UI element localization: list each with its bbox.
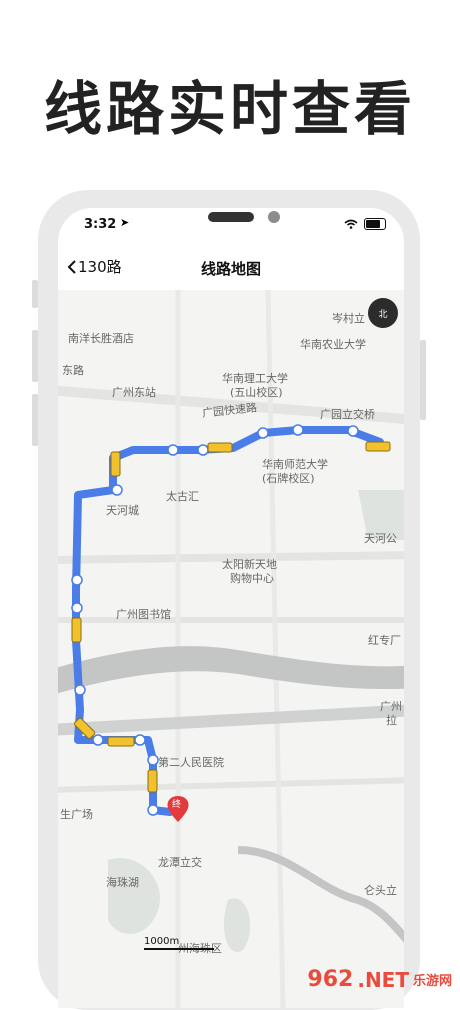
status-time: 3:32 [84,217,117,232]
compass-button[interactable]: 北 [368,298,398,328]
bus-stop-marker [134,734,146,746]
bus-icon [365,441,391,452]
compass-icon: 北 [378,309,388,320]
map-label: 第二人民医院 [158,756,224,769]
watermark: 962 .NET 乐游网 [307,967,452,992]
wifi-icon [344,219,358,229]
map-label: 红专厂 [368,634,401,647]
phone-power-button [420,340,426,420]
bus-stop-marker [147,804,159,816]
bus-stop-marker [292,424,304,436]
location-arrow-icon: ➤ [120,216,130,229]
phone-volume-up-button [32,330,38,382]
map-label: 广州东站 [112,386,156,399]
bus-stop-marker [347,425,359,437]
battery-icon [364,218,386,230]
map-label: 仑头立 [364,884,397,897]
map-label: 广州图书馆 [116,608,171,621]
map-label: 东路 [62,364,84,377]
map-label: 天河城 [106,504,139,517]
bus-stop-marker [74,684,86,696]
map-label: 华南农业大学 [300,338,366,351]
scale-line [144,948,214,950]
map-label: 拉 [386,714,397,727]
status-bar: 3:32 ➤ [58,208,404,244]
map-label: 南洋长胜酒店 [68,332,134,345]
route-map[interactable]: 终 岑村立 南洋长胜酒店 华南农业大学 华南理工大学 (五山校区) 东路 广州东… [58,290,404,1008]
headline: 线路实时查看 [43,75,416,143]
map-label: 海珠湖 [106,876,139,889]
end-marker-label: 终 [172,800,182,810]
watermark-cn: 乐游网 [412,974,452,989]
front-camera [268,211,280,223]
bus-stop-marker [71,574,83,586]
map-label: 广园立交桥 [320,408,375,421]
bus-stop-marker [257,427,269,439]
phone-volume-down-button [32,394,38,446]
watermark-net: .NET [357,967,409,992]
scale-bar: 1000m [144,936,214,950]
scale-label: 1000m [144,936,180,947]
bus-icon [110,451,121,477]
map-label: 太古汇 [166,490,199,503]
map-label: 生广场 [60,808,93,821]
map-label: 天河公 [364,532,397,545]
map-label: 岑村立 [332,312,365,325]
navigation-bar: 130路 线路地图 [58,246,404,290]
bus-stop-marker [92,734,104,746]
speaker-notch [208,212,254,222]
bus-icon [147,769,158,793]
map-label: 龙潭立交 [158,856,202,869]
bus-stop-marker [167,444,179,456]
phone-mute-button [32,280,38,308]
watermark-logo: 962 [307,967,354,992]
bus-stop-marker [71,602,83,614]
bus-stop-marker [197,444,209,456]
bus-stop-marker [111,484,123,496]
page-title: 线路地图 [200,260,261,278]
map-label: 购物中心 [230,572,274,585]
bus-stop-marker [147,754,159,766]
bus-icon [207,442,233,453]
phone-screen: 3:32 ➤ 130路 线路地图 终 岑村立 南洋长胜酒店 华南农业大学 华南理… [58,208,404,1008]
map-label: (石牌校区) [262,472,315,485]
status-icons [344,218,386,230]
map-label: (五山校区) [230,386,283,399]
bus-icon [107,736,135,747]
bus-icon [71,617,82,643]
